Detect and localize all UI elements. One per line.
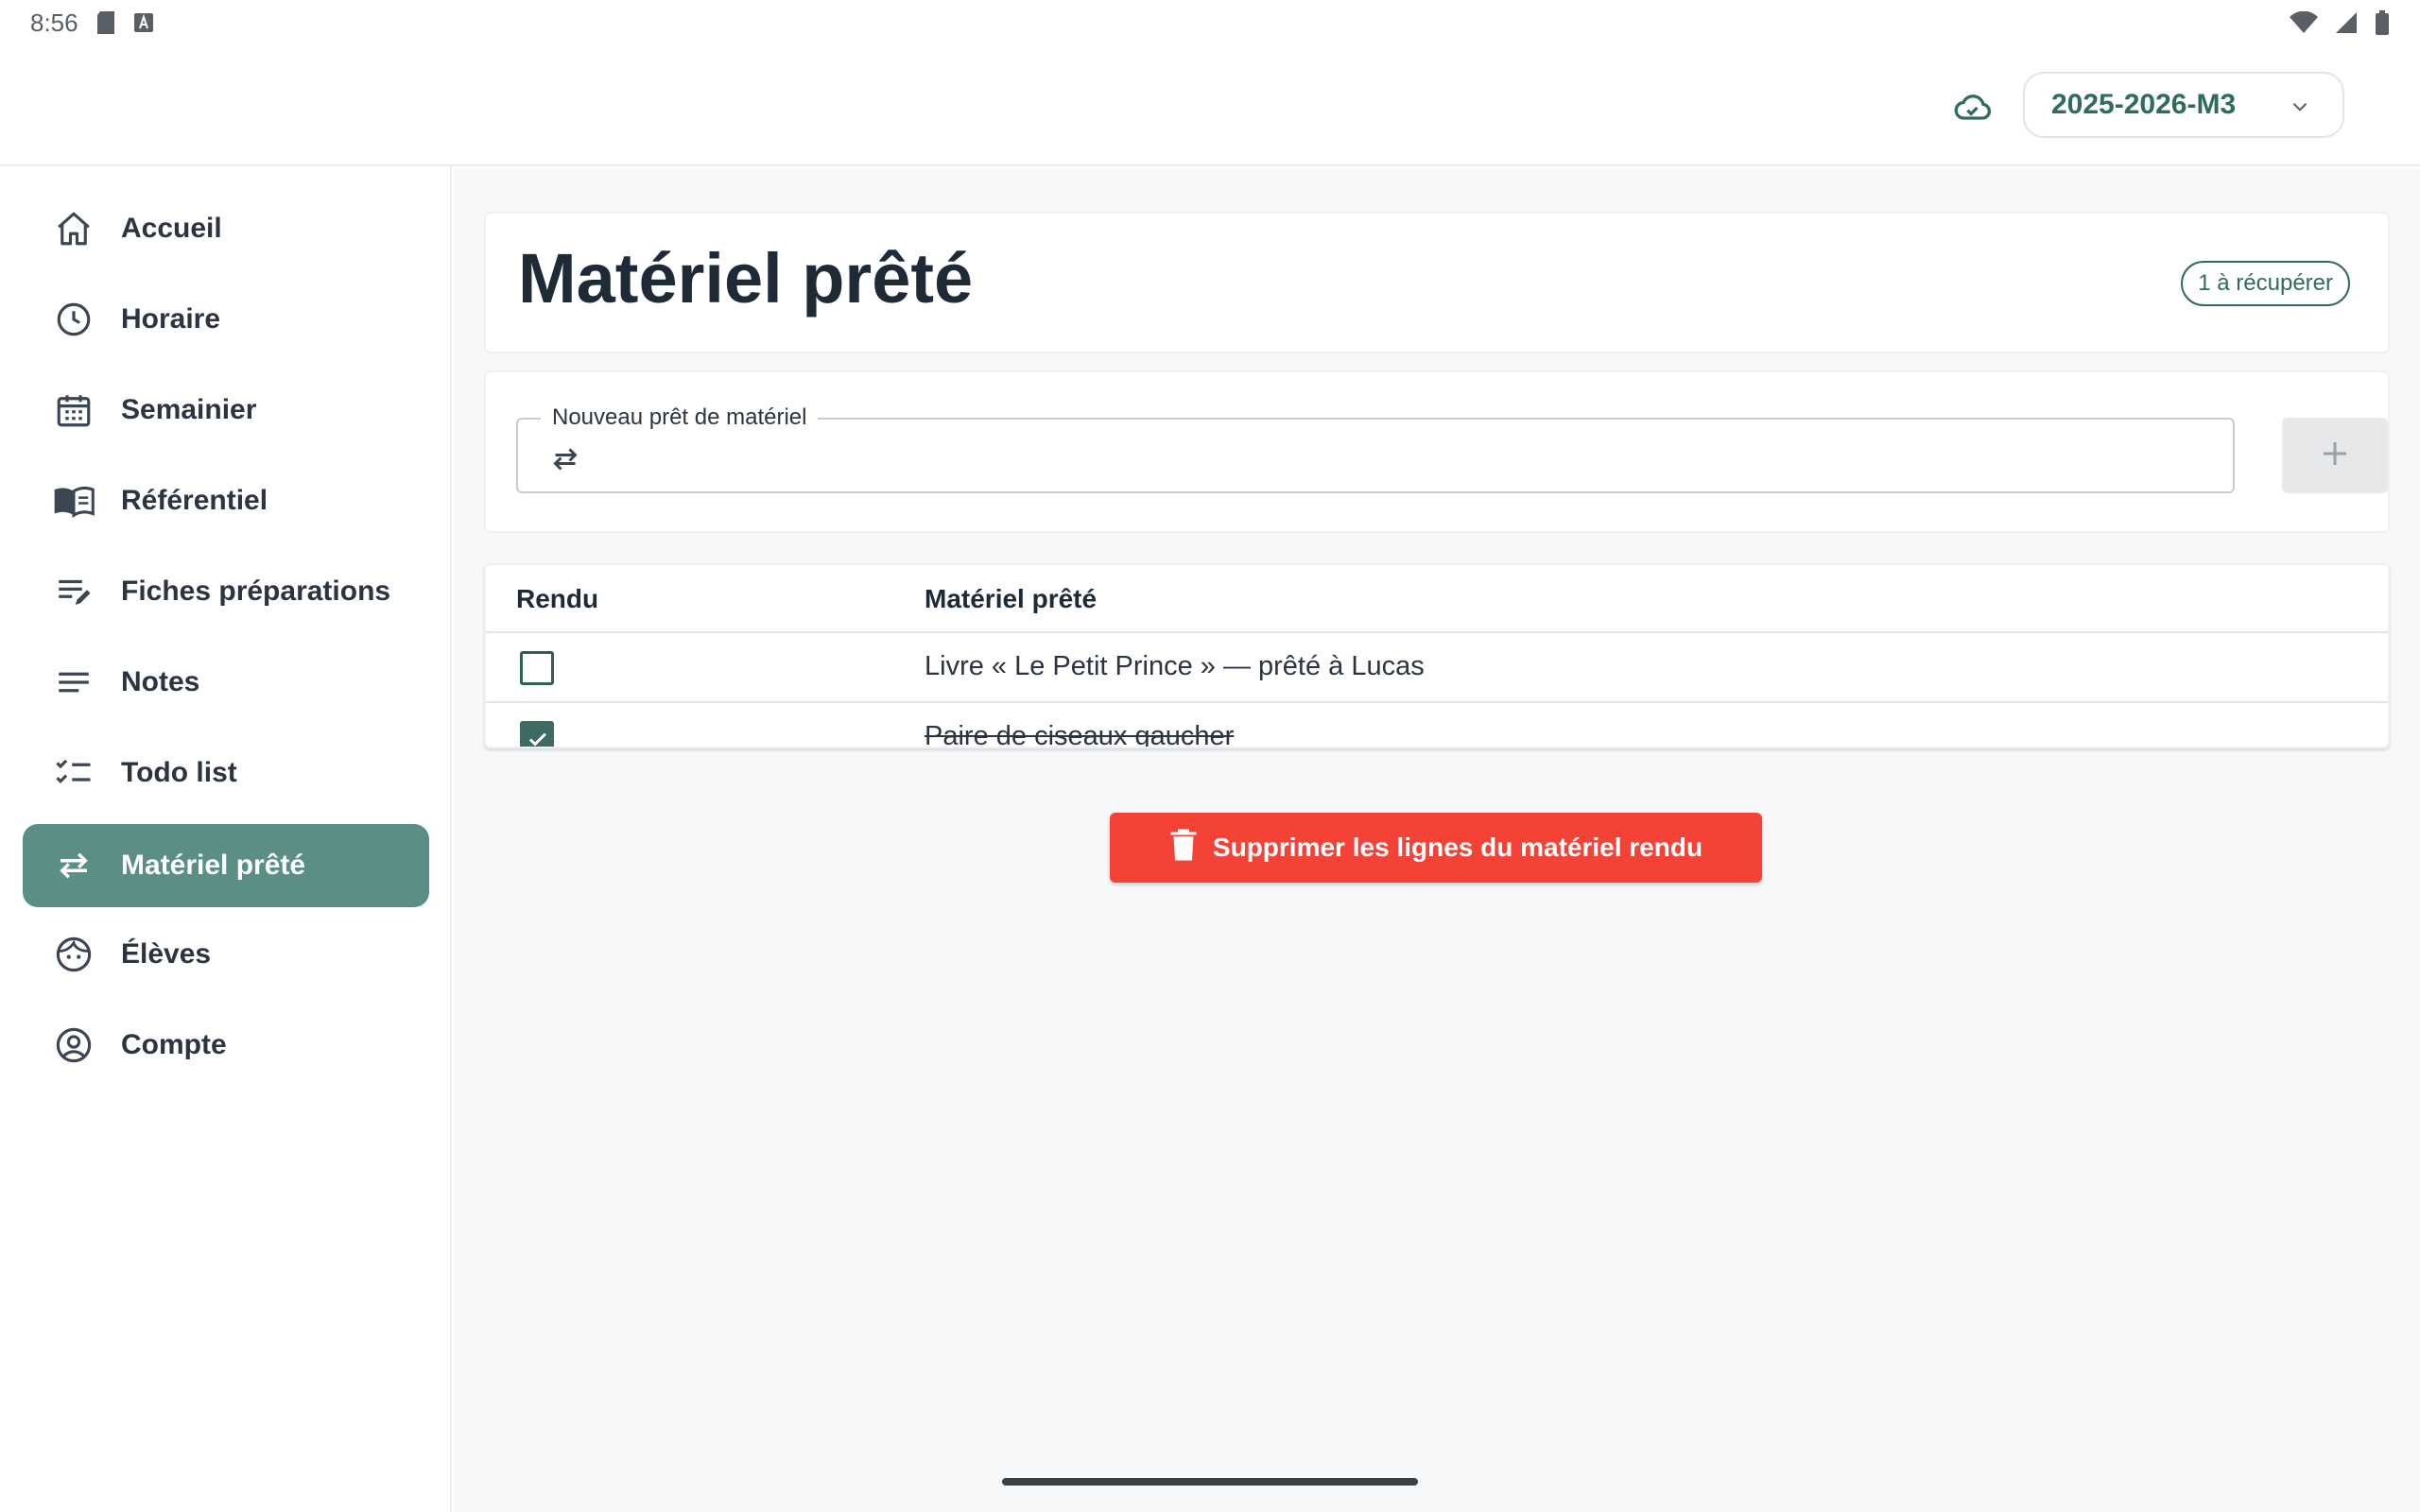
add-loan-button[interactable] (2282, 418, 2388, 493)
loan-item-text: Livre « Le Petit Prince » — prêté à Luca… (925, 651, 1425, 681)
main-content: Matériel prêté 1 à récupérer Nouveau prê… (454, 168, 2420, 1512)
sidebar-item-label: Compte (121, 1029, 227, 1060)
sidebar-item-notes[interactable]: Notes (23, 641, 429, 724)
book-icon (23, 481, 121, 521)
delete-returned-label: Supprimer les lignes du matériel rendu (1212, 833, 1703, 862)
loan-item-text: Paire de ciseaux gaucher (925, 721, 1235, 748)
notes-icon (23, 662, 121, 702)
swap-icon (23, 846, 121, 885)
sidebar-item-accueil[interactable]: Accueil (23, 187, 429, 270)
sidebar-item-label: Accueil (121, 213, 222, 244)
sidebar-item-label: Fiches préparations (121, 576, 391, 607)
sidebar-item-label: Todo list (121, 757, 237, 788)
sidebar-item-semainier[interactable]: Semainier (23, 369, 429, 452)
face-icon (23, 935, 121, 974)
keyboard-a-icon (133, 12, 154, 33)
sidebar-item-label: Élèves (121, 938, 212, 970)
sidebar-item-label: Semainier (121, 394, 257, 425)
home-indicator[interactable] (1002, 1478, 1418, 1486)
to-recover-badge: 1 à récupérer (2181, 261, 2350, 306)
chevron-down-icon (2288, 94, 2312, 127)
sd-card-icon (95, 10, 116, 35)
signal-icon (2335, 11, 2358, 34)
sidebar-item-materiel-prete[interactable]: Matériel prêté (23, 824, 429, 907)
status-right (2290, 10, 2390, 35)
home-icon (23, 209, 121, 249)
checklist-icon (23, 753, 121, 793)
title-card: Matériel prêté 1 à récupérer (484, 212, 2390, 353)
calendar-icon (23, 390, 121, 430)
column-header-item: Matériel prêté (925, 584, 1098, 613)
status-left: 8:56 (30, 9, 154, 38)
sidebar-item-compte[interactable]: Compte (23, 1004, 429, 1087)
sidebar-item-label: Référentiel (121, 485, 268, 516)
school-year-select[interactable]: 2025-2026-M3 (2023, 72, 2344, 138)
status-time: 8:56 (30, 8, 78, 37)
app-bar: 2025-2026-M3 (0, 45, 2420, 166)
sidebar-item-label: Matériel prêté (121, 850, 306, 881)
battery-icon (2375, 10, 2390, 35)
new-loan-field[interactable]: Nouveau prêt de matériel (516, 404, 2235, 493)
sidebar-item-eleves[interactable]: Élèves (23, 913, 429, 996)
returned-checkbox[interactable] (520, 651, 554, 685)
sidebar-item-todo-list[interactable]: Todo list (23, 731, 429, 815)
sidebar-item-label: Notes (121, 666, 200, 697)
table-row: Livre « Le Petit Prince » — prêté à Luca… (486, 633, 2388, 703)
sidebar-item-fiches-preparations[interactable]: Fiches préparations (23, 550, 429, 633)
swap-icon (546, 442, 584, 481)
account-icon (23, 1025, 121, 1065)
new-loan-field-label: Nouveau prêt de matériel (541, 404, 819, 431)
clock-icon (23, 300, 121, 339)
sidebar: Accueil Horaire Semainier Référentiel Fi… (0, 166, 452, 1512)
plus-icon (2318, 437, 2352, 475)
loans-table: Rendu Matériel prêté Livre « Le Petit Pr… (484, 563, 2390, 748)
column-header-returned: Rendu (516, 584, 599, 613)
sidebar-item-referentiel[interactable]: Référentiel (23, 459, 429, 542)
sidebar-item-label: Horaire (121, 303, 221, 335)
sidebar-item-horaire[interactable]: Horaire (23, 278, 429, 361)
check-icon (528, 732, 547, 747)
status-bar: 8:56 (0, 0, 2420, 45)
table-row: Paire de ciseaux gaucher (486, 703, 2388, 748)
cloud-sync-icon[interactable] (1951, 87, 1993, 129)
wifi-icon (2290, 11, 2318, 34)
page-title: Matériel prêté (518, 239, 974, 318)
edit-note-icon (23, 572, 121, 611)
school-year-value: 2025-2026-M3 (2051, 89, 2237, 120)
trash-icon (1169, 828, 1198, 868)
returned-checkbox[interactable] (520, 721, 554, 747)
new-loan-card: Nouveau prêt de matériel (484, 370, 2390, 533)
table-header: Rendu Matériel prêté (486, 565, 2388, 633)
delete-returned-button[interactable]: Supprimer les lignes du matériel rendu (1110, 813, 1762, 883)
